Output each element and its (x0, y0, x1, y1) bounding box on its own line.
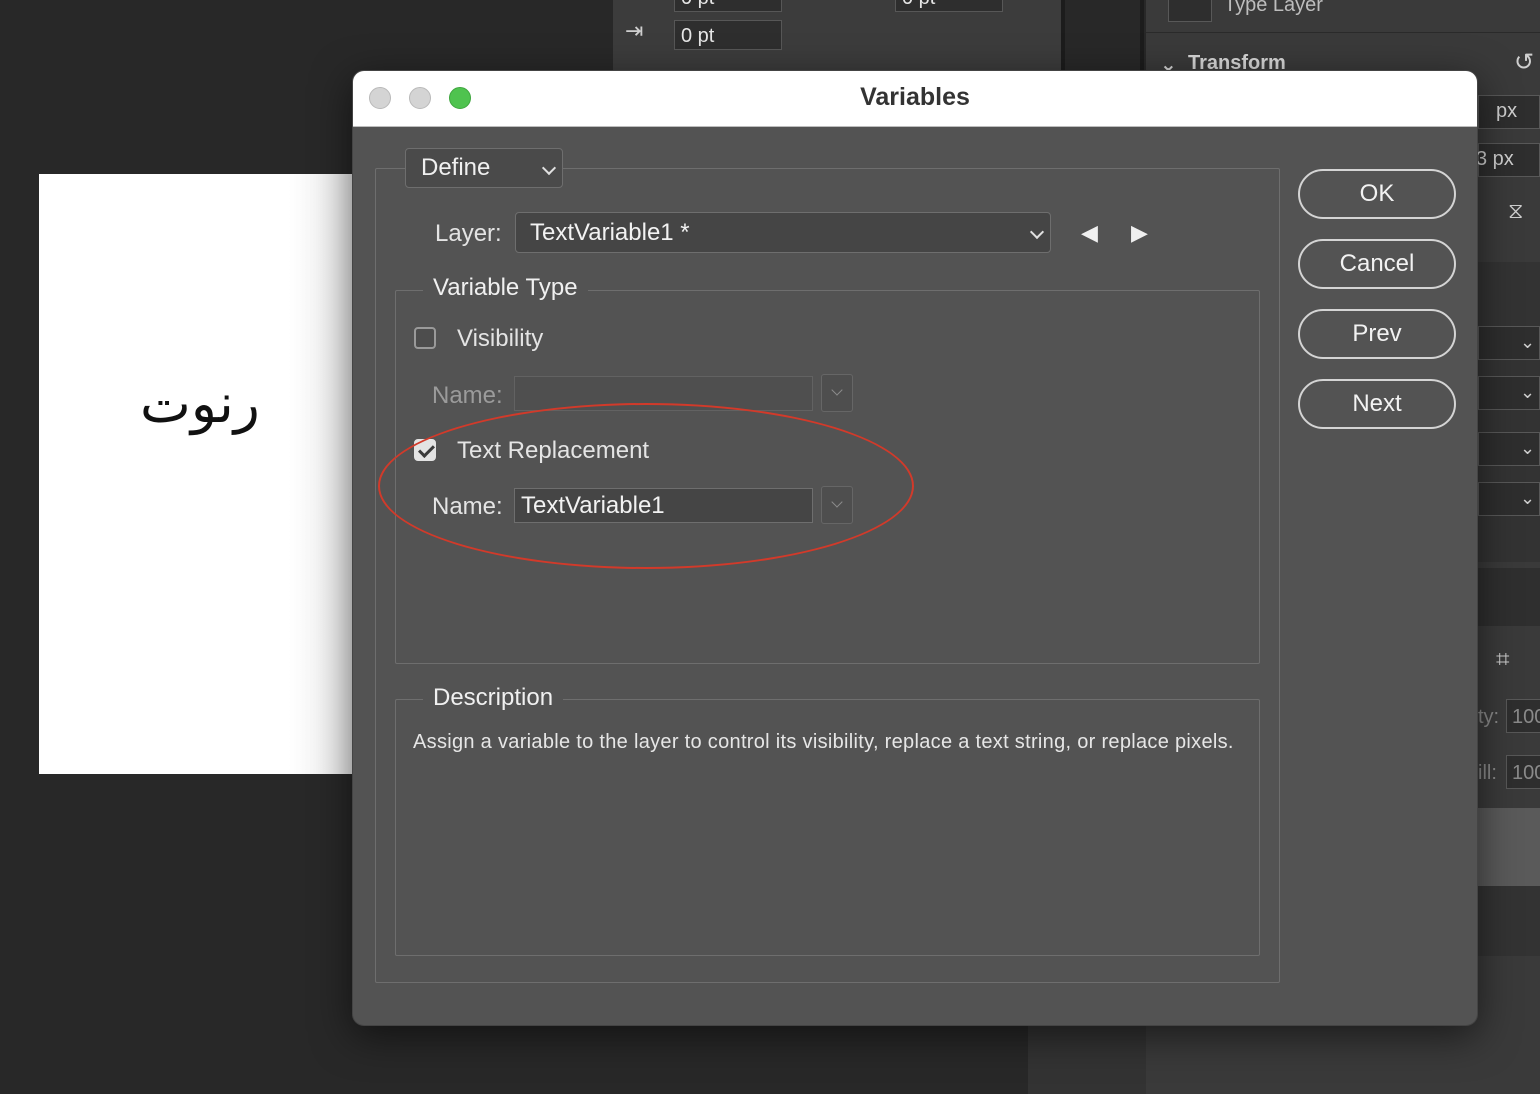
fill-label: ill: (1478, 762, 1497, 784)
reset-icon[interactable]: ↺ (1514, 48, 1534, 77)
panel-footer (1478, 886, 1540, 956)
visibility-label: Visibility (457, 325, 544, 352)
panel-header-bar (1478, 568, 1540, 626)
opacity-label: ty: (1478, 706, 1500, 728)
transform-bounds-icon[interactable]: ⌗ (1496, 646, 1510, 674)
dialog-title: Variables (860, 83, 970, 111)
prev-button[interactable]: Prev (1298, 309, 1456, 359)
dialog-titlebar: Variables (353, 71, 1477, 127)
chevron-down-icon[interactable]: ⌄ (1520, 382, 1535, 403)
indent-first-line-icon: ⇥ (625, 18, 644, 43)
next-layer-arrow-icon[interactable]: ▶ (1131, 220, 1148, 246)
text-replacement-name-label: Name: (432, 493, 503, 520)
text-replacement-name-dropdown[interactable] (821, 486, 853, 524)
layer-label: Layer: (435, 220, 502, 247)
panel-preview (1478, 808, 1540, 886)
chevron-down-icon (1029, 224, 1045, 240)
ok-button[interactable]: OK (1298, 169, 1456, 219)
layer-select[interactable]: TextVariable1 * (515, 212, 1051, 253)
text-replacement-name-field[interactable]: TextVariable1 (514, 488, 813, 523)
mode-select[interactable]: Define (405, 148, 563, 188)
chevron-down-icon (831, 384, 843, 396)
chevron-down-icon[interactable]: ⌄ (1520, 332, 1535, 353)
visibility-name-dropdown[interactable] (821, 374, 853, 412)
opacity-value: 100 (1512, 706, 1540, 728)
paragraph-panel: 0 pt 0 pt ⇥ 0 pt (613, 0, 1063, 80)
variables-dialog: Variables Define Layer: TextVariable1 * … (352, 70, 1478, 1026)
chevron-down-icon (541, 160, 557, 176)
space-after-field[interactable]: 0 pt (895, 0, 1003, 12)
layer-kind-label: Type Layer (1224, 0, 1323, 16)
chevron-down-icon[interactable]: ⌄ (1520, 488, 1535, 509)
panel-region (1478, 262, 1540, 562)
text-replacement-label: Text Replacement (457, 437, 650, 464)
chevron-down-icon[interactable]: ⌄ (1520, 438, 1535, 459)
cancel-button[interactable]: Cancel (1298, 239, 1456, 289)
visibility-name-label: Name: (432, 382, 503, 409)
width-unit: px (1496, 100, 1518, 122)
canvas-text: رنوت (140, 372, 260, 435)
align-icon[interactable]: ⧖ (1508, 198, 1523, 224)
panel-separator (1146, 32, 1540, 33)
checkmark-icon (418, 441, 435, 458)
description-legend: Description (423, 684, 564, 712)
description-text: Assign a variable to the layer to contro… (413, 731, 1234, 753)
visibility-checkbox[interactable] (414, 327, 436, 349)
mode-select-value: Define (421, 154, 491, 181)
height-unit: 3 px (1476, 148, 1514, 170)
layer-select-value: TextVariable1 * (530, 219, 690, 246)
indent-field[interactable]: 0 pt (674, 20, 782, 50)
next-button[interactable]: Next (1298, 379, 1456, 429)
variable-type-legend: Variable Type (423, 274, 588, 302)
text-replacement-checkbox[interactable] (414, 439, 436, 461)
previous-layer-arrow-icon[interactable]: ◀ (1081, 220, 1098, 246)
panel-dock (1028, 1025, 1146, 1094)
fill-value: 100 (1512, 762, 1540, 784)
chevron-down-icon (831, 496, 843, 508)
visibility-name-field[interactable] (514, 376, 813, 411)
space-before-field[interactable]: 0 pt (674, 0, 782, 12)
type-layer-icon (1168, 0, 1212, 22)
document-canvas (39, 174, 359, 774)
